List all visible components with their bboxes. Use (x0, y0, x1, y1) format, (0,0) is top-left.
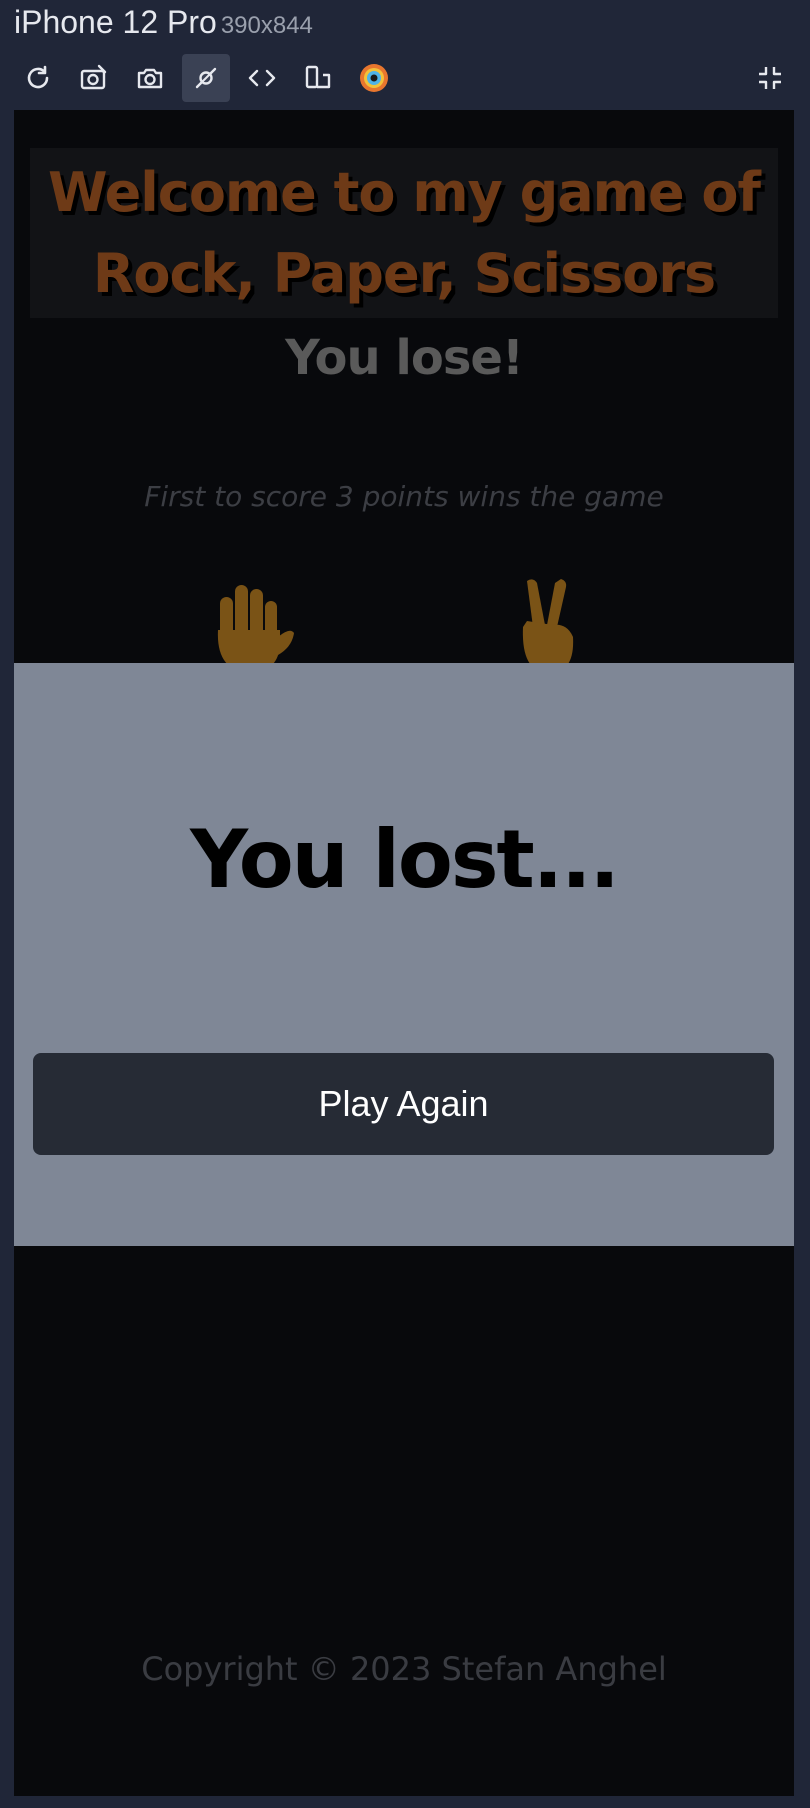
refresh-icon[interactable] (14, 54, 62, 102)
game-over-modal: You lost... Play Again (14, 663, 794, 1246)
devtools-toolbar (0, 54, 810, 106)
exit-fullscreen-icon[interactable] (746, 54, 794, 102)
play-again-button[interactable]: Play Again (33, 1053, 774, 1155)
modal-heading: You lost... (190, 813, 620, 906)
inspect-icon[interactable] (182, 54, 230, 102)
round-result: You lose! (285, 330, 524, 386)
code-icon[interactable] (238, 54, 286, 102)
device-name: iPhone 12 Pro (14, 4, 217, 40)
device-label: iPhone 12 Pro 390x844 (14, 4, 313, 41)
screenshot-edit-icon[interactable] (70, 54, 118, 102)
color-wheel-icon[interactable] (350, 54, 398, 102)
page-title: Welcome to my game of Rock, Paper, Sciss… (48, 161, 761, 305)
header: Welcome to my game of Rock, Paper, Sciss… (30, 148, 778, 318)
device-viewport: Welcome to my game of Rock, Paper, Sciss… (14, 110, 794, 1796)
game-rules: First to score 3 points wins the game (144, 480, 664, 513)
device-rotate-icon[interactable] (294, 54, 342, 102)
camera-icon[interactable] (126, 54, 174, 102)
device-dimensions: 390x844 (220, 12, 313, 39)
footer-copyright: Copyright © 2023 Stefan Anghel (141, 1650, 667, 1688)
